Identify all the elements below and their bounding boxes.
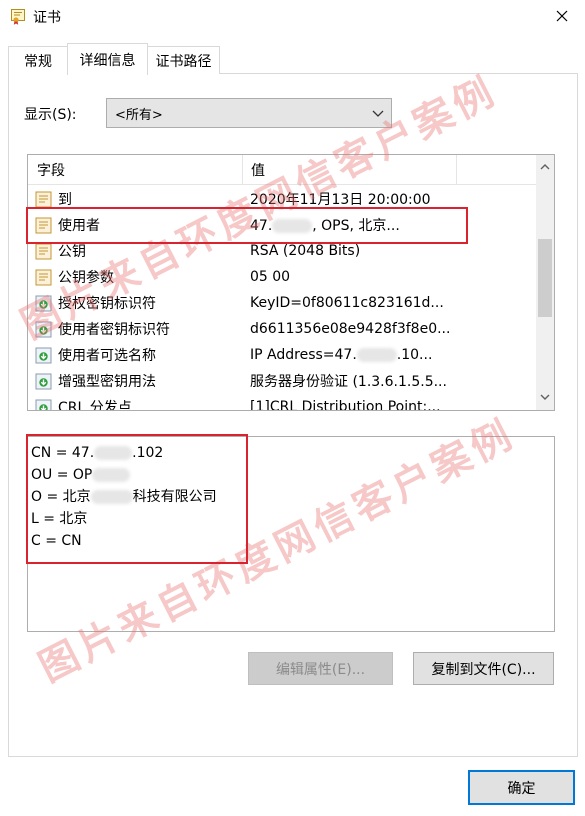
- detail-text: O = 北京: [31, 489, 91, 505]
- field-row[interactable]: 增强型密钥用法 服务器身份验证 (1.3.6.1.5.5...: [28, 368, 537, 394]
- certificate-field-icon: [35, 269, 52, 286]
- scroll-down-icon[interactable]: [540, 393, 550, 401]
- field-value-text: KeyID=0f80611c823161d...: [250, 295, 444, 311]
- field-value-text: 服务器身份验证 (1.3.6.1.5.5...: [250, 374, 447, 390]
- field-name: CRL 分发点: [58, 400, 132, 411]
- field-value-detail[interactable]: CN = 47. .102 OU = OP O = 北京 科技有限公司 L = 北京 C =…: [27, 436, 555, 632]
- detail-text: C = CN: [31, 533, 82, 549]
- field-value-text: [1]CRL Distribution Point:...: [250, 399, 441, 411]
- field-name: 公钥参数: [58, 270, 114, 286]
- show-select-value: <所有>: [115, 107, 163, 123]
- field-value-text: RSA (2048 Bits): [250, 243, 361, 259]
- field-row[interactable]: 使用者 47. , OPS, 北京...: [28, 212, 537, 238]
- field-name: 使用者: [58, 218, 100, 234]
- field-row[interactable]: 公钥参数 05 00: [28, 264, 537, 290]
- field-name: 授权密钥标识符: [58, 296, 156, 312]
- redaction-blur: [272, 219, 313, 233]
- close-button[interactable]: [539, 0, 585, 32]
- field-value: IP Address=47. .10...: [250, 347, 432, 363]
- show-label: 显示(S):: [24, 107, 77, 123]
- tab-general[interactable]: 常规: [8, 46, 68, 74]
- field-row[interactable]: 授权密钥标识符 KeyID=0f80611c823161d...: [28, 290, 537, 316]
- extension-field-icon: [35, 373, 52, 390]
- field-name: 使用者可选名称: [58, 348, 156, 364]
- field-value-text: d6611356e08e9428f3f8e0...: [250, 321, 451, 337]
- copy-to-file-button[interactable]: 复制到文件(C)...: [413, 652, 554, 685]
- field-value-text: 2020年11月13日 20:00:00: [250, 192, 431, 208]
- field-row[interactable]: 公钥 RSA (2048 Bits): [28, 238, 537, 264]
- tab-details[interactable]: 详细信息: [67, 43, 148, 75]
- title-bar: 证书: [0, 0, 585, 34]
- field-value-text: 05 00: [250, 269, 291, 285]
- redaction-blur: [94, 446, 133, 460]
- detail-line: C = CN: [31, 530, 551, 552]
- window-title: 证书: [33, 10, 61, 26]
- field-value-text: IP Address=47.: [250, 347, 357, 363]
- tab-certification-path[interactable]: 证书路径: [147, 46, 220, 74]
- field-value: 2020年11月13日 20:00:00: [250, 189, 431, 209]
- detail-text: CN = 47.: [31, 445, 95, 461]
- field-value: 05 00: [250, 269, 290, 285]
- certificate-icon: [11, 9, 25, 25]
- detail-line: O = 北京 科技有限公司: [31, 486, 551, 508]
- field-name: 到: [58, 192, 72, 208]
- detail-line: OU = OP: [31, 464, 551, 486]
- field-name: 使用者密钥标识符: [58, 322, 170, 338]
- detail-text: L = 北京: [31, 511, 88, 527]
- field-row[interactable]: CRL 分发点 [1]CRL Distribution Point:...: [28, 394, 537, 411]
- extension-field-icon: [35, 321, 52, 338]
- field-rows: 到 2020年11月13日 20:00:00 使用者 47. , OPS, 北京... 公…: [28, 186, 537, 411]
- certificate-field-icon: [35, 243, 52, 260]
- extension-field-icon: [35, 347, 52, 364]
- redaction-blur: [90, 490, 133, 504]
- field-value-text: .10...: [396, 347, 433, 363]
- chevron-down-icon: [372, 110, 384, 117]
- field-list[interactable]: 字段 值 到 2020年11月13日 20:00:00 使用者 47. , OPS, 北…: [27, 154, 555, 411]
- field-row[interactable]: 使用者密钥标识符 d6611356e08e9428f3f8e0...: [28, 316, 537, 342]
- column-divider[interactable]: [456, 155, 457, 185]
- field-value: 47. , OPS, 北京...: [250, 215, 400, 235]
- close-icon: [556, 10, 568, 22]
- extension-field-icon: [35, 399, 52, 410]
- column-header-field[interactable]: 字段: [28, 155, 242, 185]
- scroll-up-icon[interactable]: [540, 163, 550, 171]
- field-value: [1]CRL Distribution Point:...: [250, 399, 441, 411]
- ok-button[interactable]: 确定: [468, 770, 575, 805]
- field-name: 公钥: [58, 244, 86, 260]
- list-scrollbar[interactable]: [536, 155, 554, 410]
- field-row[interactable]: 使用者可选名称 IP Address=47. .10...: [28, 342, 537, 368]
- detail-line: L = 北京: [31, 508, 551, 530]
- field-value: KeyID=0f80611c823161d...: [250, 295, 444, 311]
- certificate-field-icon: [35, 217, 52, 234]
- field-value: 服务器身份验证 (1.3.6.1.5.5...: [250, 371, 447, 391]
- redaction-blur: [356, 348, 397, 362]
- field-name: 增强型密钥用法: [58, 374, 156, 390]
- show-select[interactable]: <所有>: [106, 98, 392, 128]
- field-row[interactable]: 到 2020年11月13日 20:00:00: [28, 186, 537, 212]
- certificate-field-icon: [35, 191, 52, 208]
- column-header-value[interactable]: 值: [242, 155, 456, 185]
- field-value: RSA (2048 Bits): [250, 243, 360, 259]
- list-header: 字段 值: [28, 155, 537, 185]
- extension-field-icon: [35, 295, 52, 312]
- detail-text: 科技有限公司: [132, 489, 217, 505]
- detail-text: OU = OP: [31, 467, 93, 483]
- scrollbar-thumb[interactable]: [538, 239, 552, 317]
- edit-properties-button[interactable]: 编辑属性(E)...: [248, 652, 393, 685]
- detail-line: CN = 47. .102: [31, 442, 551, 464]
- field-value: d6611356e08e9428f3f8e0...: [250, 321, 450, 337]
- detail-text: .102: [132, 445, 164, 461]
- redaction-blur: [92, 468, 131, 482]
- field-value-text: , OPS, 北京...: [312, 218, 400, 234]
- field-value-text: 47.: [250, 218, 273, 234]
